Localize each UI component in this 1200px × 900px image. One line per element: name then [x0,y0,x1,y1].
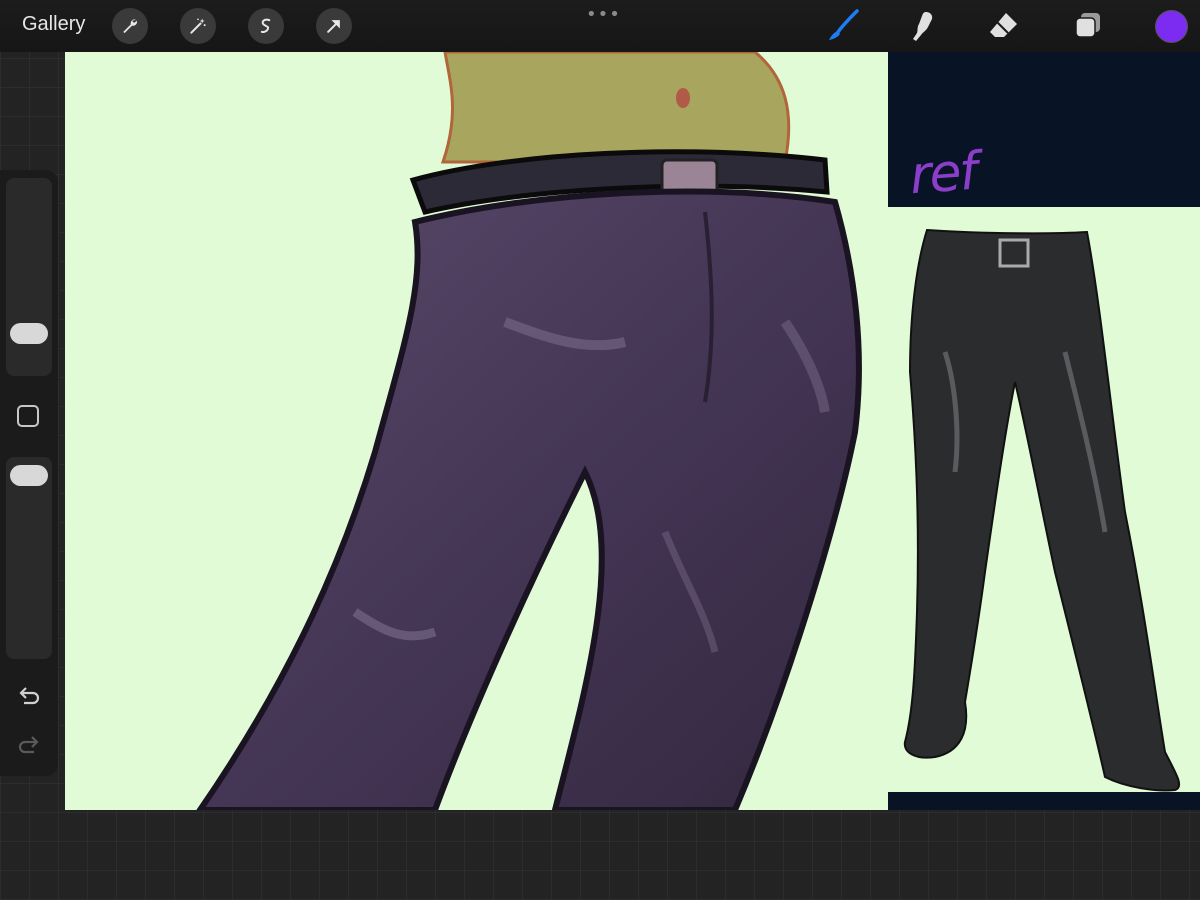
torso-shape [440,52,791,164]
drawing-canvas[interactable]: ref [65,52,1200,810]
layers-icon[interactable] [1070,8,1106,44]
eraser-icon[interactable] [986,8,1022,44]
reference-panel-bottom [888,792,1200,810]
reference-panel: ref [888,52,1200,207]
more-options-icon[interactable]: ••• [586,4,621,25]
undo-icon[interactable] [15,684,43,708]
selection-icon[interactable] [248,8,284,44]
redo-icon[interactable] [15,733,43,757]
wrench-icon[interactable] [112,8,148,44]
top-toolbar: Gallery ••• [0,0,1200,52]
magic-wand-icon[interactable] [180,8,216,44]
opacity-slider[interactable] [6,457,52,659]
ref-label: ref [907,141,978,207]
brush-size-slider[interactable] [6,178,52,376]
brush-icon[interactable] [826,8,862,44]
gallery-button[interactable]: Gallery [22,13,85,36]
opacity-handle[interactable] [10,465,48,486]
transform-arrow-icon[interactable] [316,8,352,44]
smudge-icon[interactable] [904,8,940,44]
pants-shape [196,188,862,810]
modify-button[interactable] [17,405,39,427]
left-sidebar [0,170,58,776]
color-picker-button[interactable] [1155,10,1188,43]
brush-size-handle[interactable] [10,323,48,344]
